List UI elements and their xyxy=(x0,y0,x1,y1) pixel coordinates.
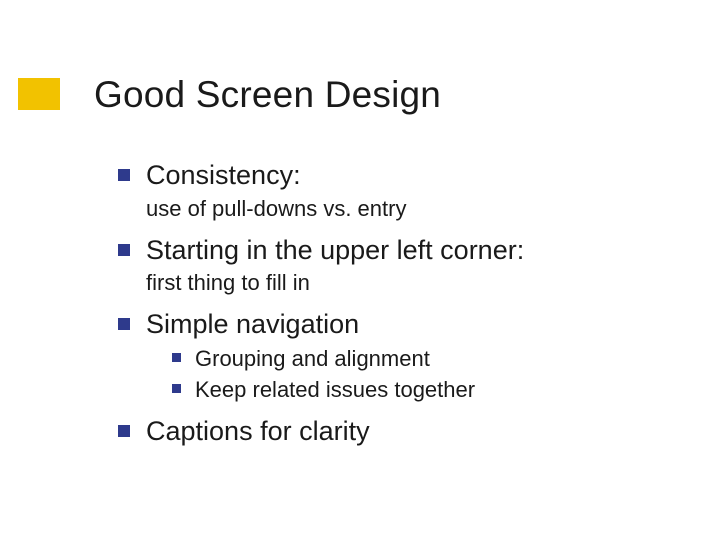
list-item-text: Grouping and alignment xyxy=(195,344,430,373)
square-bullet-icon xyxy=(118,318,130,330)
square-bullet-icon xyxy=(118,244,130,256)
list-item-subtext: use of pull-downs vs. entry xyxy=(146,195,678,223)
list-item: Captions for clarity xyxy=(118,414,678,449)
sub-list: Grouping and alignment Keep related issu… xyxy=(172,344,678,404)
list-item-text: Captions for clarity xyxy=(146,414,370,449)
slide-title: Good Screen Design xyxy=(94,74,441,116)
list-item: Consistency: xyxy=(118,158,678,193)
slide-body: Consistency: use of pull-downs vs. entry… xyxy=(118,158,678,451)
accent-bar xyxy=(18,78,60,110)
square-bullet-icon xyxy=(172,353,181,362)
square-bullet-icon xyxy=(118,169,130,181)
list-item-text: Consistency: xyxy=(146,158,301,193)
square-bullet-icon xyxy=(172,384,181,393)
list-item: Keep related issues together xyxy=(172,375,678,404)
list-item: Simple navigation xyxy=(118,307,678,342)
list-item-text: Simple navigation xyxy=(146,307,359,342)
list-item-subtext: first thing to fill in xyxy=(146,269,678,297)
slide: Good Screen Design Consistency: use of p… xyxy=(0,0,720,540)
square-bullet-icon xyxy=(118,425,130,437)
list-item: Grouping and alignment xyxy=(172,344,678,373)
list-item: Starting in the upper left corner: xyxy=(118,233,678,268)
list-item-text: Keep related issues together xyxy=(195,375,475,404)
list-item-text: Starting in the upper left corner: xyxy=(146,233,524,268)
